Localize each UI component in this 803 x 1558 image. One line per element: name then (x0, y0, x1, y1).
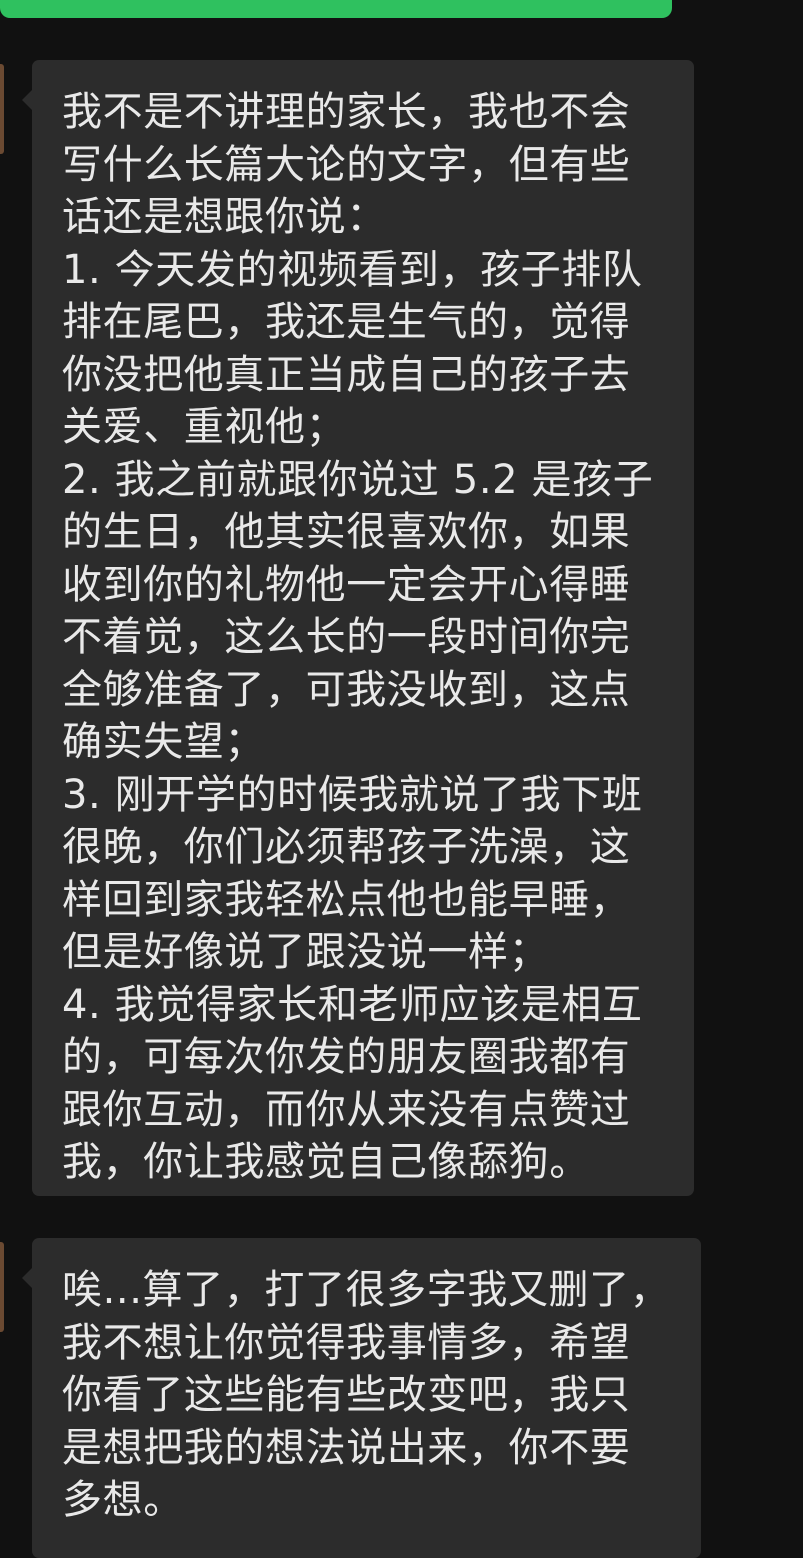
received-message-bubble[interactable]: 我不是不讲理的家长，我也不会 写什么长篇大论的文字，但有些 话还是想跟你说： 1… (22, 60, 694, 1196)
message-line: 样回到家我轻松点他也能早睡， (62, 876, 631, 923)
message-line: 你没把他真正当成自己的孩子去 (62, 351, 631, 398)
message-line: 我不想让你觉得我事情多，希望 (62, 1319, 631, 1366)
message-line: 但是好像说了跟没说一样； (62, 929, 550, 975)
message-line: 收到你的礼物他一定会开心得睡 (62, 561, 631, 608)
message-line: 是想把我的想法说出来，你不要 (62, 1424, 631, 1471)
sent-message-bubble-edge[interactable] (0, 0, 672, 18)
message-line: 话还是想跟你说： (62, 194, 387, 240)
message-line: 确实失望； (62, 719, 265, 765)
message-line: 我，你让我感觉自己像舔狗。 (62, 1139, 590, 1185)
message-line: 4. 我觉得家长和老师应该是相互 (62, 981, 643, 1028)
message-line: 很晚，你们必须帮孩子洗澡，这 (62, 824, 631, 870)
message-line: 唉...算了，打了很多字我又删了， (62, 1267, 671, 1313)
avatar[interactable] (0, 64, 4, 154)
message-line: 多想。 (62, 1477, 184, 1523)
message-line: 的，可每次你发的朋友圈我都有 (62, 1034, 631, 1080)
message-line: 的生日，他其实很喜欢你，如果 (62, 509, 631, 555)
message-line: 不着觉，这么长的一段时间你完 (62, 614, 631, 660)
message-line: 我不是不讲理的家长，我也不会 (62, 89, 631, 135)
message-line: 你看了这些能有些改变吧，我只 (62, 1372, 631, 1418)
message-line: 全够准备了，可我没收到，这点 (62, 666, 631, 713)
message-line: 写什么长篇大论的文字，但有些 (62, 141, 631, 188)
message-line: 1. 今天发的视频看到，孩子排队 (62, 246, 643, 293)
message-line: 关爱、重视他； (62, 404, 347, 450)
message-line: 排在尾巴，我还是生气的，觉得 (62, 299, 631, 345)
message-line: 2. 我之前就跟你说过 5.2 是孩子 (62, 456, 654, 503)
avatar[interactable] (0, 1242, 4, 1332)
message-line: 跟你互动，而你从来没有点赞过 (62, 1086, 631, 1133)
message-line: 3. 刚开学的时候我就说了我下班 (62, 771, 643, 818)
received-message-bubble[interactable]: 唉...算了，打了很多字我又删了， 我不想让你觉得我事情多，希望 你看了这些能有… (22, 1238, 701, 1558)
